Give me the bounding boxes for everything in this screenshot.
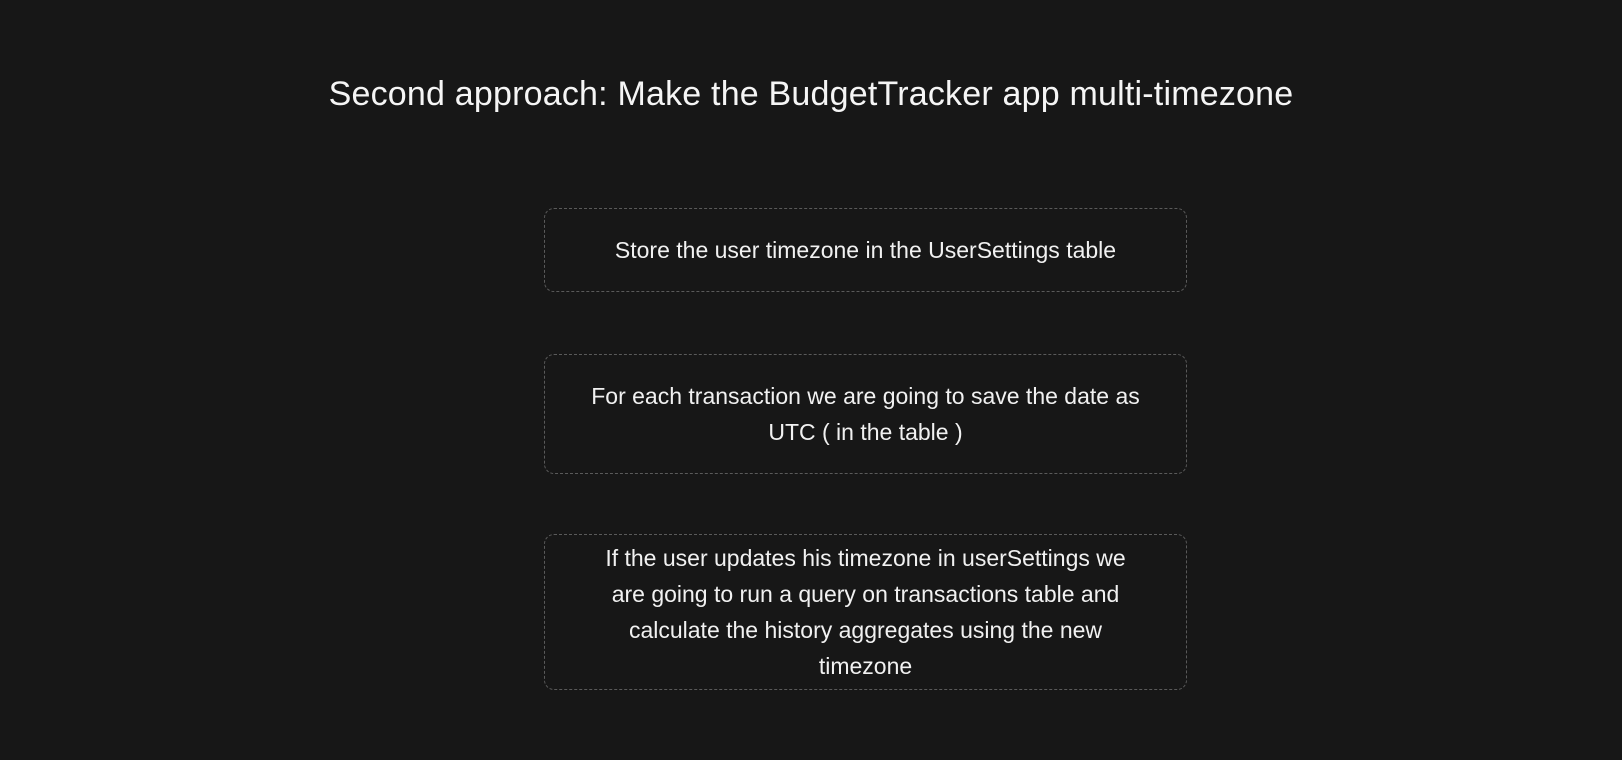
step-box-save-utc: For each transaction we are going to sav… <box>544 354 1187 474</box>
step-box-line: If the user updates his timezone in user… <box>605 545 1126 571</box>
step-box-store-timezone: Store the user timezone in the UserSetti… <box>544 208 1187 292</box>
step-box-text: If the user updates his timezone in user… <box>605 540 1125 684</box>
step-box-recalculate-aggregates: If the user updates his timezone in user… <box>544 534 1187 690</box>
step-box-line: are going to run a query on transactions… <box>611 581 1120 607</box>
step-box-text: For each transaction we are going to sav… <box>591 378 1140 450</box>
step-box-line: UTC ( in the table ) <box>768 419 963 445</box>
slide-title: Second approach: Make the BudgetTracker … <box>328 75 1294 113</box>
step-box-line: calculate the history aggregates using t… <box>628 617 1103 643</box>
step-box-line: For each transaction we are going to sav… <box>591 383 1140 409</box>
slide: Second approach: Make the BudgetTracker … <box>0 0 1622 760</box>
step-box-text: Store the user timezone in the UserSetti… <box>614 237 1117 263</box>
step-box-line: timezone <box>818 653 913 679</box>
